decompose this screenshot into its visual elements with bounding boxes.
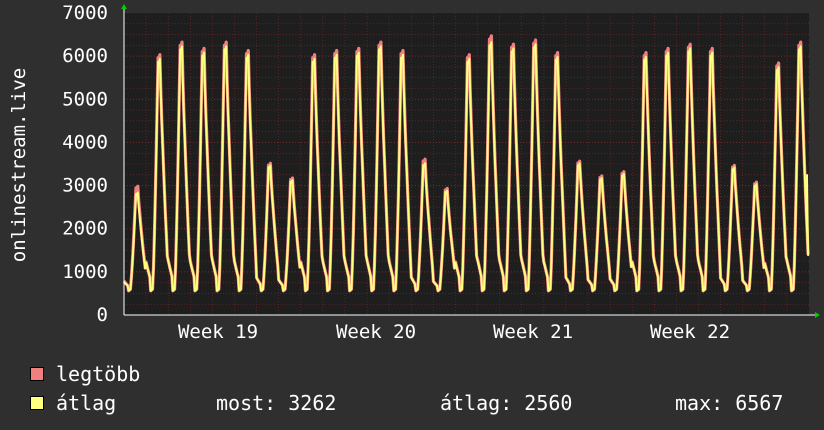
y-tick-label: 3000: [62, 175, 108, 197]
x-tick-label: Week 19: [178, 321, 258, 343]
y-tick-label: 0: [97, 304, 108, 326]
legend-swatch-avg: [30, 396, 44, 410]
y-tick-label: 7000: [62, 2, 108, 24]
x-axis-arrow-icon: [815, 312, 820, 318]
y-axis-arrow-icon: [121, 4, 127, 9]
y-tick-label: 4000: [62, 131, 108, 153]
stat-current: most: 3262: [216, 391, 337, 415]
legend-item-avg: átlag: [30, 391, 116, 415]
stat-average: átlag: 2560: [440, 391, 573, 415]
chart-panel: 0 1000 2000 3000 4000 5000 6000 7000 Week 19 Week…: [0, 0, 824, 430]
y-tick-label: 1000: [62, 261, 108, 283]
x-tick-label: Week 21: [493, 321, 573, 343]
y-tick-label: 2000: [62, 218, 108, 240]
x-tick-label: Week 22: [650, 321, 730, 343]
y-axis-label: onlinestream.live: [8, 68, 30, 262]
legend-item-max: legtöbb: [30, 362, 140, 386]
legend-label-max: legtöbb: [56, 362, 141, 386]
stat-maximum: max: 6567: [675, 391, 784, 415]
y-tick-label: 5000: [62, 88, 108, 110]
traffic-chart: 0 1000 2000 3000 4000 5000 6000 7000 Week 19 Week…: [8, 2, 820, 343]
legend-label-avg: átlag: [56, 391, 117, 415]
legend-swatch-max: [30, 367, 44, 381]
x-tick-label: Week 20: [336, 321, 416, 343]
y-tick-label: 6000: [62, 45, 108, 67]
